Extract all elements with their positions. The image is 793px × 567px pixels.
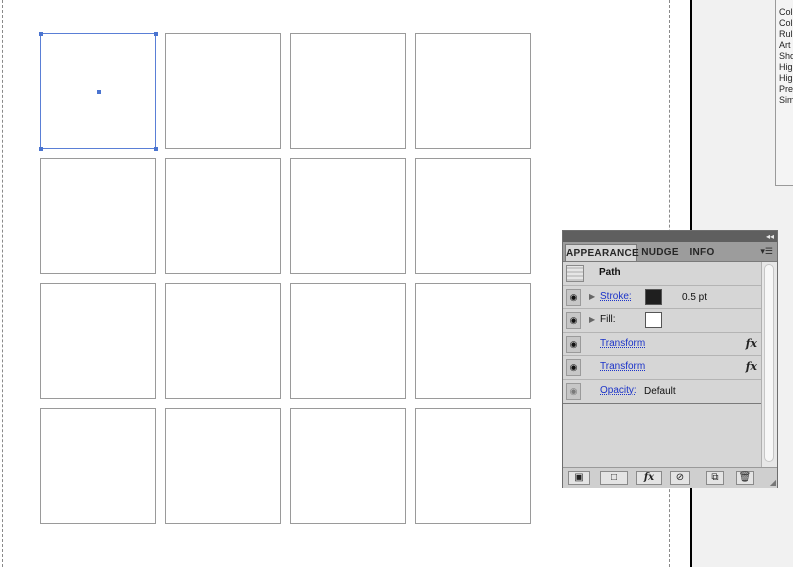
stroke-row[interactable]: ◉ ▶ Stroke: 0.5 pt xyxy=(563,285,761,310)
artboard-left-edge xyxy=(2,0,3,567)
appearance-panel: ◂◂ APPEARANCE NUDGE INFO ▾☰ Path ◉ ▶ Str… xyxy=(562,230,778,488)
add-new-stroke-button[interactable]: ▣ xyxy=(568,471,590,485)
visibility-eye-icon[interactable]: ◉ xyxy=(566,288,581,306)
selection-handle[interactable] xyxy=(39,32,43,36)
selection-handle[interactable] xyxy=(154,147,158,151)
stroke-color-swatch[interactable] xyxy=(645,288,662,305)
menu-item[interactable]: Art xyxy=(776,40,793,51)
fill-square-icon: □ xyxy=(610,472,618,483)
path-thumbnail xyxy=(566,265,584,282)
clear-appearance-button[interactable]: ⊘ xyxy=(670,471,690,485)
panel-bottom-toolbar: ▣ □ fx ⊘ ⧉ 🗑 ◢ xyxy=(563,467,777,488)
trash-icon: 🗑 xyxy=(738,472,752,483)
menu-item[interactable]: Sim xyxy=(776,95,793,106)
stroke-link[interactable]: Stroke: xyxy=(600,291,632,302)
grid-rectangle[interactable] xyxy=(415,158,531,274)
grid-rectangle[interactable] xyxy=(165,408,281,524)
visibility-eye-icon[interactable]: ◉ xyxy=(566,359,581,377)
menu-item[interactable]: Hig xyxy=(776,62,793,73)
menu-item[interactable]: Pre xyxy=(776,84,793,95)
no-sign-icon: ⊘ xyxy=(675,472,685,483)
panel-menu-icon[interactable]: ▾☰ xyxy=(760,246,773,257)
add-new-effect-button[interactable]: fx xyxy=(636,471,662,485)
panel-scrollbar[interactable] xyxy=(761,262,777,467)
visibility-eye-icon[interactable]: ◉ xyxy=(566,312,581,330)
effect-row[interactable]: ◉ Transform fx xyxy=(563,356,761,380)
grid-rectangle[interactable] xyxy=(39,32,158,151)
grid-rectangle[interactable] xyxy=(290,33,406,149)
stroke-square-icon: ▣ xyxy=(574,472,584,483)
opacity-link[interactable]: Opacity: xyxy=(600,385,637,396)
selection-handle[interactable] xyxy=(39,147,43,151)
selection-handle[interactable] xyxy=(154,32,158,36)
path-label: Path xyxy=(599,267,621,278)
stroke-weight-value[interactable]: 0.5 pt xyxy=(682,292,707,303)
transform-effect-link[interactable]: Transform xyxy=(600,338,645,349)
transform-effect-link[interactable]: Transform xyxy=(600,361,645,372)
menu-item[interactable]: Rul xyxy=(776,29,793,40)
menu-item[interactable]: Sho xyxy=(776,51,793,62)
resize-grip-icon[interactable]: ◢ xyxy=(770,478,776,487)
view-menu-list: Col Col Rul Art Sho Hig Hig Pre Sim xyxy=(775,0,793,186)
menu-item[interactable]: Col xyxy=(776,7,793,18)
collapse-panel-icon[interactable]: ◂◂ xyxy=(766,232,774,241)
tab-info[interactable]: INFO xyxy=(683,244,721,261)
grid-rectangle[interactable] xyxy=(40,408,156,524)
fx-icon[interactable]: fx xyxy=(746,360,757,373)
disclosure-triangle-icon[interactable]: ▶ xyxy=(589,315,595,324)
visibility-eye-icon[interactable]: ◉ xyxy=(566,382,581,400)
tab-appearance[interactable]: APPEARANCE xyxy=(565,244,639,261)
grid-rectangle[interactable] xyxy=(165,33,281,149)
menu-item[interactable]: Hig xyxy=(776,73,793,84)
visibility-eye-icon[interactable]: ◉ xyxy=(566,335,581,353)
fx-icon: fx xyxy=(643,472,655,483)
duplicate-icon: ⧉ xyxy=(711,472,719,483)
delete-item-button[interactable]: 🗑 xyxy=(736,471,754,485)
panel-titlebar[interactable]: ◂◂ xyxy=(563,231,777,242)
grid-rectangle[interactable] xyxy=(415,33,531,149)
fill-color-swatch[interactable] xyxy=(645,312,662,329)
effect-row[interactable]: ◉ Transform fx xyxy=(563,332,761,357)
disclosure-triangle-icon[interactable]: ▶ xyxy=(589,292,595,301)
fill-row[interactable]: ◉ ▶ Fill: xyxy=(563,309,761,333)
scrollbar-thumb[interactable] xyxy=(764,264,774,462)
grid-rectangle[interactable] xyxy=(40,158,156,274)
panel-tabs: APPEARANCE NUDGE INFO ▾☰ xyxy=(563,242,777,262)
center-point xyxy=(97,90,101,94)
grid-rectangle[interactable] xyxy=(415,408,531,524)
opacity-row[interactable]: ◉ Opacity: Default xyxy=(563,379,761,404)
appearance-attributes-list: Path ◉ ▶ Stroke: 0.5 pt ◉ ▶ Fill: ◉ Tran… xyxy=(563,262,761,404)
grid-rectangle[interactable] xyxy=(165,283,281,399)
grid-rectangle[interactable] xyxy=(165,158,281,274)
opacity-value: Default xyxy=(644,385,676,397)
menu-item[interactable]: Col xyxy=(776,18,793,29)
add-new-fill-button[interactable]: □ xyxy=(600,471,628,485)
path-row[interactable]: Path xyxy=(563,262,761,286)
artwork-grid xyxy=(39,32,535,528)
grid-rectangle[interactable] xyxy=(290,283,406,399)
grid-rectangle[interactable] xyxy=(290,158,406,274)
grid-rectangle[interactable] xyxy=(40,283,156,399)
tab-nudge[interactable]: NUDGE xyxy=(639,244,681,261)
fill-label: Fill: xyxy=(600,314,616,326)
grid-rectangle[interactable] xyxy=(415,283,531,399)
duplicate-item-button[interactable]: ⧉ xyxy=(706,471,724,485)
fx-icon[interactable]: fx xyxy=(746,337,757,350)
grid-rectangle[interactable] xyxy=(290,408,406,524)
